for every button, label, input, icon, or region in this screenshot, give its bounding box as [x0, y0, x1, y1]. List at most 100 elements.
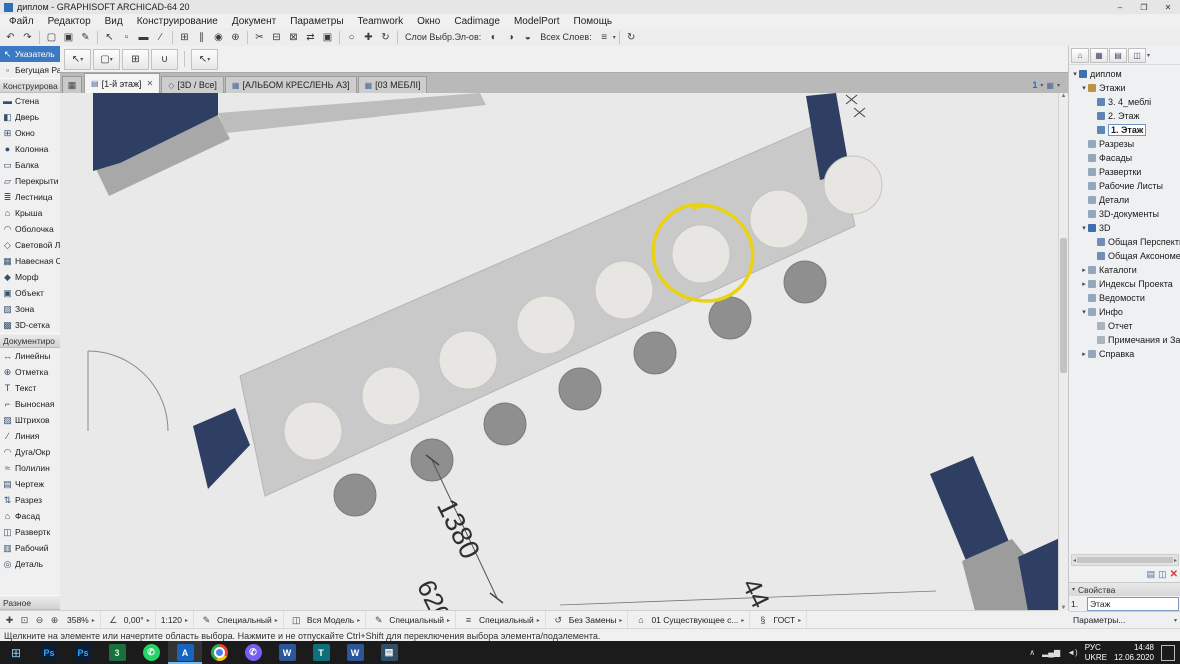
tool-item-0-10[interactable]: ▦ Навесная С [0, 253, 60, 269]
rotate-icon[interactable]: ↻ [377, 30, 394, 45]
selector-5[interactable]: ⌂ 01 Существующее с... ▸ [628, 611, 751, 629]
tool-item-0-3[interactable]: ● Колонна [0, 141, 60, 157]
column-circle[interactable] [361, 366, 421, 426]
tree-item-9[interactable]: Детали [1069, 193, 1180, 207]
zoom-in-icon[interactable]: ⊕ [47, 613, 62, 627]
tree-item-11[interactable]: ▾ 3D [1069, 221, 1180, 235]
new-view-icon[interactable]: ◫ [1158, 569, 1167, 580]
taskbar-app-chrome[interactable] [202, 641, 236, 664]
tool-item-0-8[interactable]: ◠ Оболочка [0, 221, 60, 237]
menu-item-3[interactable]: Конструирование [130, 14, 225, 28]
marquee-icon[interactable]: ▫ [118, 30, 135, 45]
chevron-down-icon[interactable]: ▾ [1057, 82, 1060, 89]
rotation-control[interactable]: ∠ 0,00° ▸ [101, 611, 156, 629]
scale-control[interactable]: 1:120 ▸ [156, 611, 195, 629]
volume-icon[interactable]: ◄) [1067, 648, 1078, 657]
tree-item-13[interactable]: Общая Аксонометрия [1069, 249, 1180, 263]
tool-item-0-14[interactable]: ▩ 3D-сетка [0, 317, 60, 333]
tool-item-1-1[interactable]: ⊕ Отметка [0, 364, 60, 380]
selector-3[interactable]: ≡ Специальный ▸ [456, 611, 546, 629]
cursor-icon[interactable]: ↖ ▾ [191, 48, 218, 70]
chevron-up-icon[interactable]: ∧ [1029, 648, 1035, 657]
notification-center-icon[interactable] [1161, 644, 1175, 661]
tree-item-20[interactable]: ▸ Справка [1069, 347, 1180, 361]
zoom-icon[interactable]: ○ [343, 30, 360, 45]
close-icon[interactable]: ✕ [1170, 569, 1178, 580]
layer-hide-icon[interactable]: ◑ [502, 30, 519, 45]
tree-item-2[interactable]: 3. 4_меблі [1069, 95, 1180, 109]
tree-expand-icon[interactable]: ▾ [1080, 84, 1088, 92]
chevron-down-icon[interactable]: ▾ [1147, 52, 1150, 59]
gravity-icon[interactable]: ⊕ [227, 30, 244, 45]
grid-icon[interactable]: ⊞ [176, 30, 193, 45]
layer-lock-icon[interactable]: ◒ [519, 30, 536, 45]
settings-dialog-icon[interactable]: ▤ [1147, 569, 1156, 580]
tab-overview-icon[interactable]: ▦ [62, 76, 82, 93]
tool-item-0-1[interactable]: ◧ Дверь [0, 109, 60, 125]
tool-item-1-2[interactable]: T Текст [0, 380, 60, 396]
menu-item-8[interactable]: Cadimage [447, 14, 507, 28]
tool-item-0-4[interactable]: ▭ Балка [0, 157, 60, 173]
group-icon[interactable]: ▣ [319, 30, 336, 45]
column-circle[interactable] [438, 330, 498, 390]
maximize-button[interactable]: ❐ [1132, 0, 1156, 14]
navigator-hscrollbar[interactable]: ◂ ▸ [1071, 554, 1179, 566]
tree-item-0[interactable]: ▾ диплом [1069, 67, 1180, 81]
view-map-icon[interactable]: ▦ [1090, 47, 1108, 63]
tree-expand-icon[interactable]: ▾ [1080, 308, 1088, 316]
selector-1[interactable]: ◫ Вся Модель ▸ [284, 611, 367, 629]
tool-item-1-13[interactable]: ◎ Деталь [0, 556, 60, 572]
taskbar-app-photoshop[interactable]: Ps [32, 641, 66, 664]
new-icon[interactable]: ▢ [43, 30, 60, 45]
toolbox-section-0[interactable]: Конструирова [0, 78, 60, 93]
toolbox-section-1[interactable]: Документиро [0, 333, 60, 348]
minimize-button[interactable]: – [1108, 0, 1132, 14]
selector-2[interactable]: ✎ Специальный ▸ [366, 611, 457, 629]
menu-item-0[interactable]: Файл [2, 14, 41, 28]
tool-item-0-11[interactable]: ◆ Морф [0, 269, 60, 285]
wall-icon[interactable]: ▬ [135, 30, 152, 45]
pointer-mode-icon[interactable]: ↖ ▾ [64, 48, 91, 70]
tool-item-1-8[interactable]: ▤ Чертеж [0, 476, 60, 492]
network-icon[interactable]: ▂▄▆ [1042, 648, 1060, 657]
tree-item-16[interactable]: Ведомости [1069, 291, 1180, 305]
tool-item-1-9[interactable]: ⇅ Разрез [0, 492, 60, 508]
tool-item-0-2[interactable]: ⊞ Окно [0, 125, 60, 141]
tree-expand-icon[interactable]: ▸ [1080, 280, 1088, 288]
tab-1[interactable]: ◇ [3D / Все] [161, 76, 224, 93]
tool-item-1-7[interactable]: ≈ Полилин [0, 460, 60, 476]
redo-icon[interactable]: ↷ [19, 30, 36, 45]
refresh-icon[interactable]: ↻ [623, 30, 640, 45]
tree-item-17[interactable]: ▾ Инфо [1069, 305, 1180, 319]
taskbar-app-teams[interactable]: T [304, 641, 338, 664]
tool-item-1-11[interactable]: ◫ Развертк [0, 524, 60, 540]
pile-circle[interactable] [783, 260, 827, 304]
column-circle[interactable] [594, 260, 654, 320]
tool-item-0-12[interactable]: ▣ Объект [0, 285, 60, 301]
tree-item-3[interactable]: 2. Этаж [1069, 109, 1180, 123]
pencil-icon[interactable]: ✎ [77, 30, 94, 45]
tree-item-10[interactable]: 3D-документы [1069, 207, 1180, 221]
taskbar-app-viber[interactable]: ✆ [236, 641, 270, 664]
selection-mode-icon[interactable]: ▢ ▾ [93, 48, 120, 70]
tool-item-1-6[interactable]: ◠ Дуга/Окр [0, 444, 60, 460]
tree-item-5[interactable]: Разрезы [1069, 137, 1180, 151]
layers-dropdown-icon[interactable]: ≡ [596, 30, 613, 45]
pan-icon[interactable]: ✚ [360, 30, 377, 45]
zoom-level-control[interactable]: 358% ▸ [62, 611, 101, 629]
scrollbar-thumb[interactable] [1077, 557, 1173, 563]
menu-item-7[interactable]: Окно [410, 14, 447, 28]
layer-indicator[interactable]: 1 [1032, 80, 1037, 90]
tab-3[interactable]: ▦ [03 МЕБЛІ] [357, 76, 428, 93]
column-circle[interactable] [749, 189, 809, 249]
menu-item-5[interactable]: Параметры [283, 14, 350, 28]
zoom-out-icon[interactable]: ⊖ [32, 613, 47, 627]
chevron-down-icon[interactable]: ▾ [1040, 82, 1043, 89]
tool-item-0-9[interactable]: ◇ Световой Л [0, 237, 60, 253]
drawing-canvas[interactable]: 1380 620 44 ▲ ▼ [60, 93, 1068, 611]
trim-icon[interactable]: ⊟ [268, 30, 285, 45]
close-button[interactable]: ✕ [1156, 0, 1180, 14]
tool-item-0-5[interactable]: ▱ Перекрыти [0, 173, 60, 189]
tree-item-19[interactable]: Примечания и Заметк [1069, 333, 1180, 347]
column-circle[interactable] [823, 155, 883, 215]
